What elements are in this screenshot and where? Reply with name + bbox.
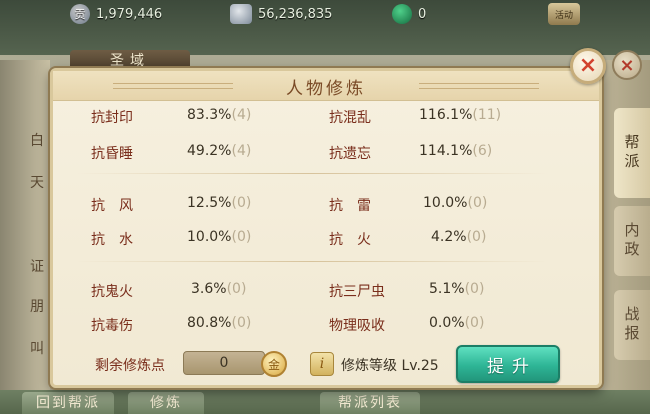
background-window-title: 圣域 (70, 50, 190, 70)
jade-icon (392, 4, 412, 24)
resist-value: 4.2%(0) (431, 229, 487, 245)
list-row: 抗 风 12.5%(0) 抗 雷 10.0%(0) (67, 195, 587, 221)
silver-ingot-icon (230, 4, 252, 24)
resist-name: 抗混乱 (329, 110, 371, 126)
resist-value: 114.1%(6) (419, 143, 493, 159)
list-row: 抗昏睡 49.2%(4) 抗遗忘 114.1%(6) (67, 143, 587, 169)
silver-amount: 56,236,835 (258, 6, 333, 22)
cultivation-level-text: 修炼等级 Lv.25 (341, 358, 439, 374)
background-left-column (0, 60, 50, 414)
resist-name: 抗 雷 (329, 198, 371, 214)
list-row: 抗封印 83.3%(4) 抗混乱 116.1%(11) (67, 107, 587, 133)
resist-value: 116.1%(11) (419, 107, 502, 123)
resist-value: 83.3%(4) (187, 107, 252, 123)
resist-value: 10.0%(0) (187, 229, 252, 245)
resist-name: 抗 火 (329, 232, 371, 248)
resist-name: 抗毒伤 (91, 318, 133, 334)
remaining-points-label: 剩余修炼点 (95, 358, 165, 374)
dialog-header: 人物修炼 (53, 71, 599, 101)
resist-value: 5.1%(0) (429, 281, 485, 297)
cultivate-button[interactable]: 修炼 (128, 392, 204, 414)
resist-value: 10.0%(0) (423, 195, 488, 211)
resist-name: 抗鬼火 (91, 284, 133, 300)
tab-internal-affairs[interactable]: 内政 (614, 206, 650, 276)
background-left-label: 天 (30, 175, 44, 191)
guild-list-button[interactable]: 帮派列表 (320, 392, 420, 414)
gold-amount: 1,979,446 (96, 6, 163, 22)
gold-currency: 贡 1,979,446 (70, 3, 162, 25)
resistance-list[interactable]: 抗封印 83.3%(4) 抗混乱 116.1%(11) 抗昏睡 49.2%(4)… (67, 103, 587, 335)
list-row: 抗毒伤 80.8%(0) 物理吸收 0.0%(0) (67, 315, 587, 335)
resist-name: 抗封印 (91, 110, 133, 126)
remaining-points-field: 0 (183, 351, 265, 375)
dialog-close-button[interactable]: × (570, 48, 606, 84)
return-guild-button[interactable]: 回到帮派 (22, 392, 114, 414)
background-left-label: 叫 (30, 341, 44, 357)
list-row: 抗鬼火 3.6%(0) 抗三尸虫 5.1%(0) (67, 281, 587, 307)
group-divider (77, 173, 547, 174)
gold-coin-icon: 贡 (70, 4, 90, 24)
jade-currency: 0 (392, 3, 426, 25)
resist-name: 抗昏睡 (91, 146, 133, 162)
list-row: 抗 水 10.0%(0) 抗 火 4.2%(0) (67, 229, 587, 255)
resist-value: 80.8%(0) (187, 315, 252, 331)
resist-name: 物理吸收 (329, 318, 385, 334)
currency-bar: 贡 1,979,446 56,236,835 0 活动 (0, 0, 650, 28)
background-close-button[interactable]: × (612, 50, 642, 80)
resist-value: 12.5%(0) (187, 195, 252, 211)
resist-name: 抗遗忘 (329, 146, 371, 162)
resist-name: 抗 水 (91, 232, 133, 248)
info-icon[interactable]: i (310, 352, 334, 376)
background-left-label: 白 (30, 133, 44, 149)
activity-badge-button[interactable]: 活动 (548, 3, 580, 25)
add-points-coin-icon[interactable]: 金 (261, 351, 287, 377)
cultivation-dialog: 人物修炼 抗封印 83.3%(4) 抗混乱 116.1%(11) 抗昏睡 49.… (50, 68, 602, 388)
tab-battle-report[interactable]: 战报 (614, 290, 650, 360)
resist-value: 3.6%(0) (191, 281, 247, 297)
tab-guild[interactable]: 帮派 (614, 108, 650, 198)
upgrade-button[interactable]: 提升 (456, 345, 560, 383)
jade-amount: 0 (418, 6, 427, 22)
resist-value: 0.0%(0) (429, 315, 485, 331)
silver-currency: 56,236,835 (230, 3, 332, 25)
resist-name: 抗三尸虫 (329, 284, 385, 300)
dialog-title: 人物修炼 (286, 79, 366, 99)
background-left-label: 朋 (30, 299, 44, 315)
resist-value: 49.2%(4) (187, 143, 252, 159)
background-left-label: 证 (30, 259, 44, 275)
group-divider (77, 261, 547, 262)
close-icon: × (578, 53, 598, 78)
resist-name: 抗 风 (91, 198, 133, 214)
